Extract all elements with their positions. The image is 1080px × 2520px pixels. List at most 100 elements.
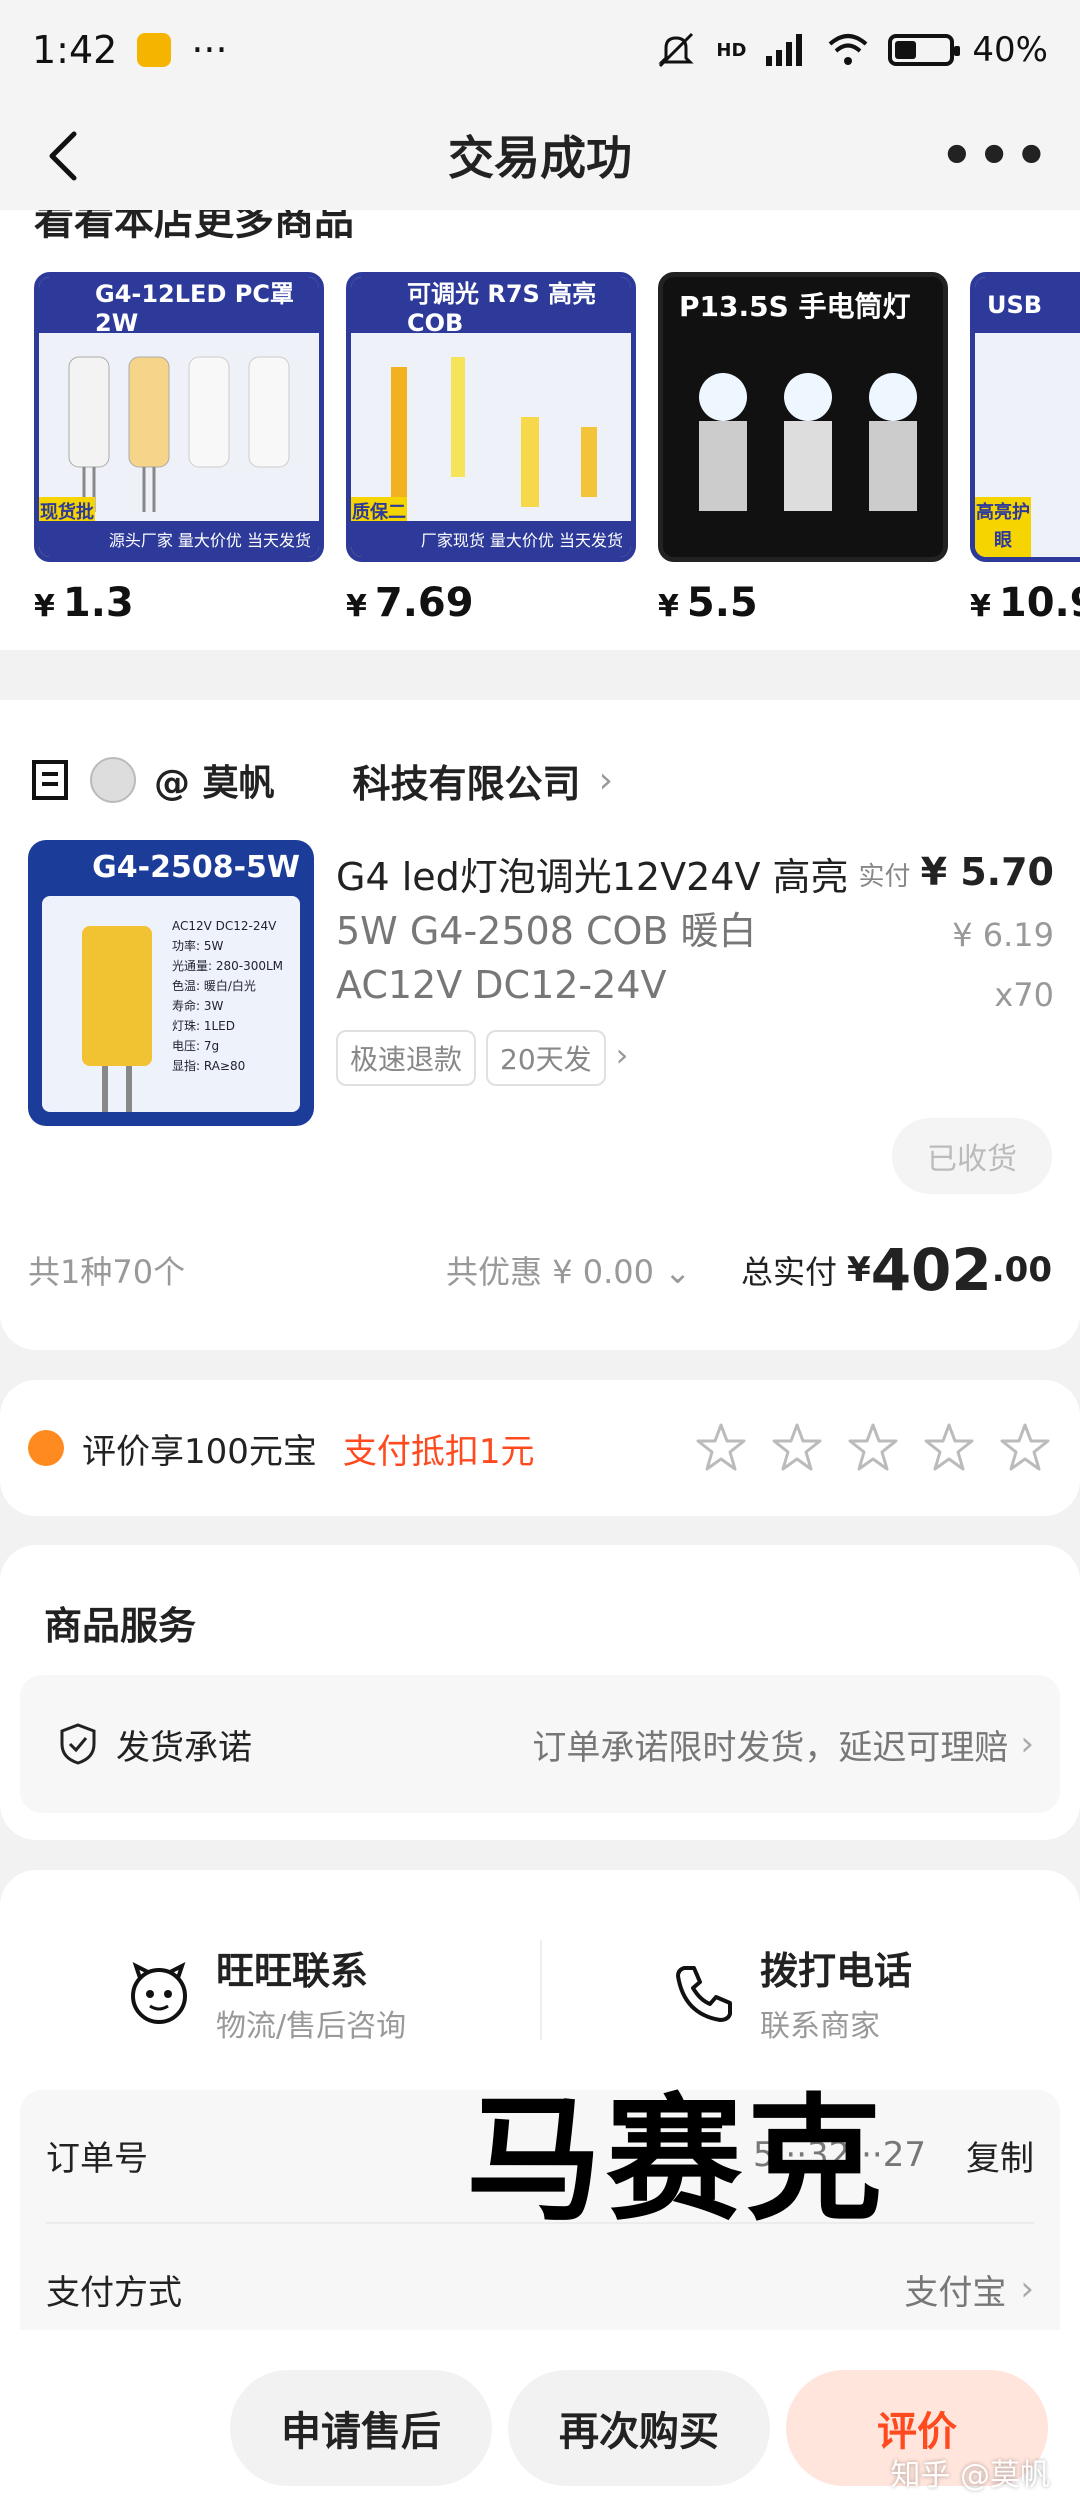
reward-coin-icon — [28, 1430, 64, 1466]
bulb-pin — [102, 1066, 108, 1112]
rec-item-price: ¥1.3 — [34, 580, 134, 626]
phone-subtitle: 联系商家 — [760, 2009, 880, 2044]
paid-label: 实付 — [858, 862, 911, 892]
rec-item[interactable]: G4-12LED PC罩 2W 现货批发 源头厂家 量大价优 当天发货 ¥1.3 — [34, 272, 324, 626]
notification-app-icon — [137, 33, 172, 67]
wangwang-subtitle: 物流/售后咨询 — [216, 2009, 407, 2044]
review-card: 评价享100元宝 支付抵扣1元 — [0, 1380, 1080, 1516]
rec-item-image: 可调光 R7S 高亮 COB 质保二年 厂家现货 量大价优 当天发货 — [346, 272, 636, 562]
original-price: ¥ 6.19 — [952, 916, 1054, 954]
chevron-right-icon: › — [598, 759, 613, 801]
shipping-promise-label: 发货承诺 — [116, 1727, 252, 1768]
wangwang-contact[interactable]: 旺旺联系 物流/售后咨询 — [126, 1940, 406, 2045]
after-sale-button[interactable]: 申请售后 — [230, 2370, 492, 2486]
bottom-action-bar: 申请售后 再次购买 评价 知乎 @莫帆 — [0, 2330, 1080, 2520]
chevron-right-icon: › — [615, 1036, 629, 1074]
cob-tube-illustration-icon — [391, 357, 597, 507]
star-icon[interactable] — [922, 1421, 976, 1475]
star-icon[interactable] — [998, 1421, 1052, 1475]
rec-item-banner: G4-12LED PC罩 2W — [39, 277, 319, 337]
status-bar: 1:42 ··· HD 40% — [0, 0, 1080, 100]
review-reward-text: 评价享100元宝 — [82, 1431, 317, 1472]
phone-contact[interactable]: 拨打电话 联系商家 — [670, 1940, 912, 2045]
total-label: 总实付 — [741, 1253, 838, 1291]
shield-check-icon — [60, 1723, 96, 1765]
total-amount-dec: .00 — [991, 1250, 1052, 1290]
review-reward-accent: 支付抵扣1元 — [342, 1431, 535, 1472]
status-time: 1:42 — [32, 28, 118, 72]
order-summary: 共1种70个 共优惠 ¥ 0.00 ⌄ 总实付 ¥ 402 .00 — [28, 1236, 1052, 1304]
product-title-text: G4 led灯泡调光12V24V 高亮 — [336, 855, 849, 899]
network-hd-label: HD — [716, 39, 747, 61]
quantity: x70 — [994, 976, 1054, 1014]
rec-item-foot: 源头厂家 量大价优 当天发货 — [39, 521, 319, 557]
shop-icon — [32, 760, 68, 800]
rec-item-banner: P13.5S 手电筒灯 — [663, 277, 943, 333]
service-card: 商品服务 发货承诺 订单承诺限时发货，延迟可理赔 › — [0, 1545, 1080, 1840]
product-spec-line: 电压: 7g — [172, 1039, 220, 1053]
signal-icon — [766, 34, 803, 66]
chevron-down-icon: ⌄ — [664, 1253, 691, 1291]
product-image[interactable]: G4-2508-5W AC12V DC12-24V 功率: 5W 光通量: 280-… — [28, 840, 314, 1126]
product-image-body: AC12V DC12-24V 功率: 5W 光通量: 280-300LM 色温: 暖白… — [42, 896, 300, 1112]
phone-title: 拨打电话 — [760, 1949, 913, 1993]
rec-item-price: ¥10.9 — [970, 580, 1080, 626]
flashlight-bulb-illustration-icon — [699, 373, 917, 511]
star-icon[interactable] — [770, 1421, 824, 1475]
product-image-header: G4-2508-5W — [92, 850, 300, 885]
rec-item-banner: USB — [975, 277, 1080, 333]
product-image-specs: AC12V DC12-24V 功率: 5W 光通量: 280-300LM 色温: 暖白… — [172, 916, 292, 1076]
service-tags[interactable]: 极速退款 20天发 › — [336, 1030, 628, 1086]
more-options-icon[interactable]: ••• — [940, 126, 1052, 186]
product-spec-line: 寿命: 3W — [172, 999, 224, 1013]
received-button[interactable]: 已收货 — [892, 1118, 1052, 1194]
payment-method-label: 支付方式 — [46, 2272, 182, 2313]
rec-item-price: ¥5.5 — [658, 580, 758, 626]
rebuy-button[interactable]: 再次购买 — [508, 2370, 770, 2486]
bulb-illustration-icon — [82, 926, 152, 1066]
star-icon[interactable] — [694, 1421, 748, 1475]
mosaic-overlay-text: 马赛克 — [466, 2082, 886, 2240]
product-sku: 5W G4-2508 COB 暖白 AC12V DC12-24V — [336, 909, 757, 1007]
wangwang-title: 旺旺联系 — [216, 1949, 369, 1993]
shipping-promise-row[interactable]: 发货承诺 订单承诺限时发货，延迟可理赔 › — [20, 1675, 1060, 1813]
rec-item-image: P13.5S 手电筒灯 — [658, 272, 948, 562]
mute-bell-icon — [658, 32, 695, 68]
rec-item[interactable]: USB 高亮护眼 ¥10.9 — [970, 272, 1080, 626]
product-spec-line: 光通量: 280-300LM — [172, 959, 284, 973]
rating-stars[interactable] — [694, 1421, 1052, 1475]
rec-item-image: G4-12LED PC罩 2W 现货批发 源头厂家 量大价优 当天发货 — [34, 272, 324, 562]
shipping-promise-value: 订单承诺限时发货，延迟可理赔 — [532, 1727, 1009, 1768]
item-count: 共1种70个 — [28, 1253, 186, 1291]
shop-row[interactable]: @ 莫帆 科技有限公司 › — [28, 750, 613, 810]
product-title[interactable]: G4 led灯泡调光12V24V 高亮 5W G4-2508 COB 暖白 AC… — [336, 850, 866, 1012]
copy-button[interactable]: 复制 — [966, 2131, 1034, 2180]
phone-icon — [676, 1965, 732, 2022]
rec-item-price: ¥7.69 — [346, 580, 474, 626]
battery-percent: 40% — [972, 30, 1048, 70]
wangwang-chat-icon — [131, 1961, 187, 2024]
tag-shipping: 20天发 — [486, 1030, 606, 1086]
product-spec-line: 色温: 暖白/白光 — [172, 979, 256, 993]
star-icon[interactable] — [846, 1421, 900, 1475]
product-spec-line: 灯珠: 1LED — [172, 1019, 236, 1033]
paid-price: ¥ 5.70 — [920, 850, 1054, 894]
back-arrow-icon[interactable] — [36, 126, 96, 186]
shop-recommendations: 看看本店更多商品 G4-12LED PC罩 2W 现货批发 源头厂家 量大价优 … — [0, 210, 1080, 650]
product-price-block: 实付 ¥ 5.70 ¥ 6.19 x70 — [859, 850, 1054, 1014]
discount-total[interactable]: 共优惠 ¥ 0.00 ⌄ — [446, 1247, 691, 1293]
bulb-illustration-icon — [68, 356, 290, 512]
watermark: 知乎 @莫帆 — [890, 2458, 1050, 2493]
recommend-title: 看看本店更多商品 — [34, 210, 354, 244]
rec-item[interactable]: 可调光 R7S 高亮 COB 质保二年 厂家现货 量大价优 当天发货 ¥7.69 — [346, 272, 636, 626]
product-spec-line: AC12V DC12-24V — [172, 919, 277, 933]
order-card: @ 莫帆 科技有限公司 › G4-2508-5W AC12V DC12-24V 功… — [0, 700, 1080, 1350]
service-title: 商品服务 — [44, 1604, 197, 1648]
status-more-dots: ··· — [191, 28, 228, 72]
rec-item-banner: 可调光 R7S 高亮 COB — [351, 277, 631, 337]
contact-divider — [540, 1940, 542, 2040]
total-amount-int: 402 — [870, 1236, 992, 1304]
chevron-right-icon: › — [1020, 1724, 1034, 1764]
rec-item[interactable]: P13.5S 手电筒灯 ¥5.5 — [658, 272, 948, 626]
tag-fast-refund: 极速退款 — [336, 1030, 477, 1086]
